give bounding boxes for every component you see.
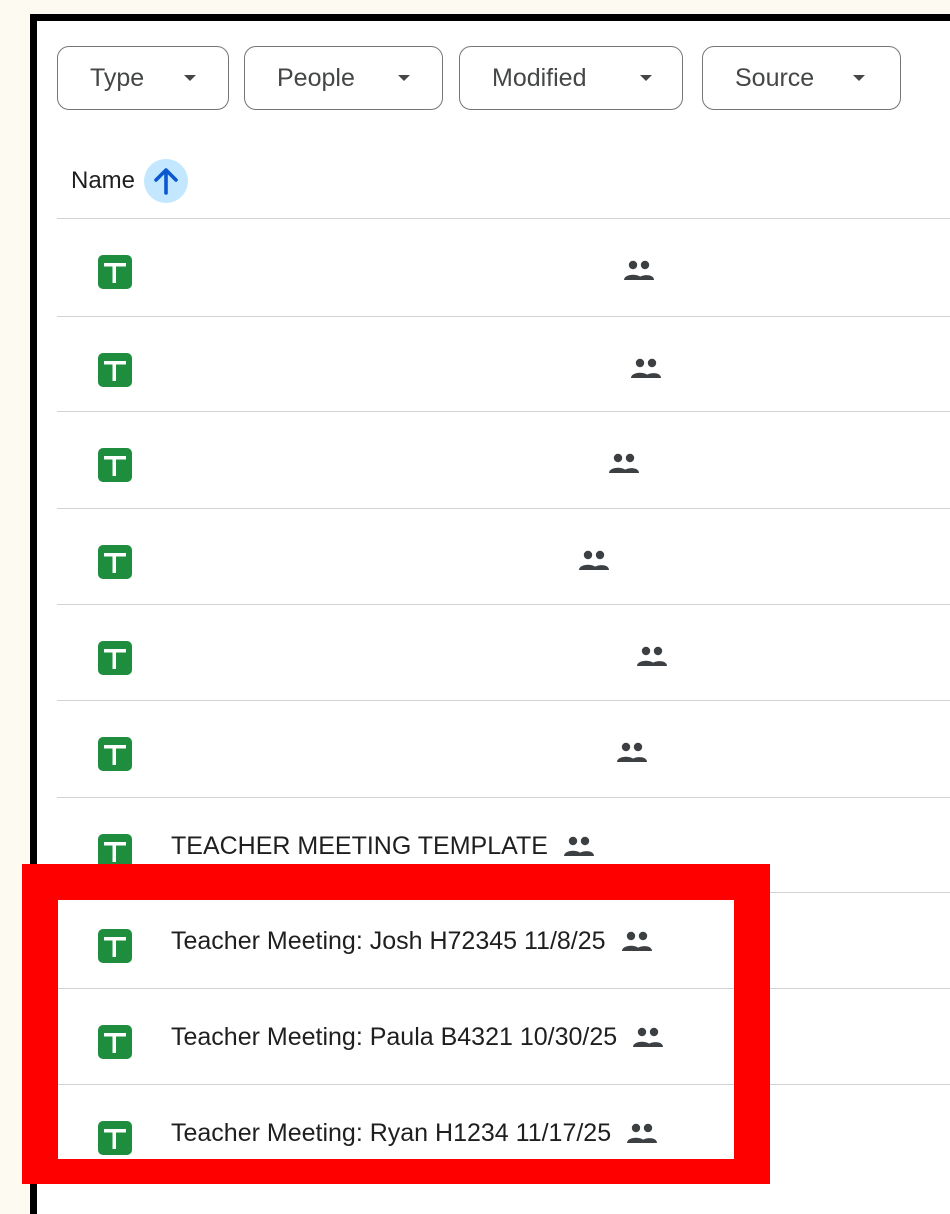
file-row[interactable] bbox=[57, 316, 950, 412]
people-icon bbox=[625, 1122, 659, 1146]
file-name-text: Teacher Meeting: Josh H72345 11/8/25 bbox=[171, 927, 606, 955]
people-icon bbox=[615, 741, 649, 765]
file-row[interactable]: Teacher Meeting: Ryan H1234 11/17/25 bbox=[57, 1084, 950, 1180]
arrow-up-icon bbox=[154, 168, 178, 195]
type-filter-label: Type bbox=[90, 63, 145, 92]
chevron-down-icon bbox=[184, 75, 196, 81]
file-row[interactable] bbox=[57, 604, 950, 700]
file-name-text: Teacher Meeting: Ryan H1234 11/17/25 bbox=[171, 1119, 612, 1147]
source-filter-label: Source bbox=[735, 63, 815, 92]
people-filter-chip[interactable]: People bbox=[244, 46, 443, 110]
modified-filter-label: Modified bbox=[492, 63, 587, 92]
google-sheets-icon bbox=[98, 1121, 132, 1155]
people-icon bbox=[629, 357, 663, 381]
google-sheets-icon bbox=[98, 448, 132, 482]
people-icon bbox=[620, 930, 654, 954]
people-icon bbox=[562, 835, 596, 859]
google-sheets-icon bbox=[98, 353, 132, 387]
file-name-text: Teacher Meeting: Paula B4321 10/30/25 bbox=[171, 1023, 618, 1051]
file-name: TEACHER MEETING TEMPLATE bbox=[171, 832, 596, 861]
file-name: Teacher Meeting: Paula B4321 10/30/25 bbox=[171, 1023, 665, 1052]
google-sheets-icon bbox=[98, 834, 132, 868]
file-name-text: TEACHER MEETING TEMPLATE bbox=[171, 832, 548, 860]
file-name: Teacher Meeting: Ryan H1234 11/17/25 bbox=[171, 1119, 659, 1148]
google-sheets-icon bbox=[98, 929, 132, 963]
file-row[interactable]: Teacher Meeting: Paula B4321 10/30/25 bbox=[57, 988, 950, 1084]
chevron-down-icon bbox=[640, 75, 652, 81]
sort-toggle-button[interactable] bbox=[144, 159, 189, 203]
file-row[interactable] bbox=[57, 508, 950, 604]
drive-file-list-panel: Type People Modified Source Name TEACHER… bbox=[30, 14, 950, 1214]
google-sheets-icon bbox=[98, 737, 132, 771]
chevron-down-icon bbox=[398, 75, 410, 81]
google-sheets-icon bbox=[98, 1025, 132, 1059]
file-row[interactable] bbox=[57, 700, 950, 796]
google-sheets-icon bbox=[98, 545, 132, 579]
people-filter-label: People bbox=[277, 63, 355, 92]
people-icon bbox=[577, 549, 611, 573]
file-name: Teacher Meeting: Josh H72345 11/8/25 bbox=[171, 927, 654, 956]
modified-filter-chip[interactable]: Modified bbox=[459, 46, 683, 110]
source-filter-chip[interactable]: Source bbox=[702, 46, 901, 110]
people-icon bbox=[622, 259, 656, 283]
file-row[interactable]: TEACHER MEETING TEMPLATE bbox=[57, 797, 950, 893]
type-filter-chip[interactable]: Type bbox=[57, 46, 229, 110]
people-icon bbox=[635, 645, 669, 669]
file-row[interactable] bbox=[57, 218, 950, 314]
column-header-name[interactable]: Name bbox=[71, 158, 189, 204]
chevron-down-icon bbox=[853, 75, 865, 81]
file-row[interactable] bbox=[57, 411, 950, 507]
google-sheets-icon bbox=[98, 255, 132, 289]
name-column-label: Name bbox=[71, 167, 136, 194]
people-icon bbox=[631, 1026, 665, 1050]
people-icon bbox=[607, 452, 641, 476]
google-sheets-icon bbox=[98, 641, 132, 675]
file-row[interactable]: Teacher Meeting: Josh H72345 11/8/25 bbox=[57, 892, 950, 988]
